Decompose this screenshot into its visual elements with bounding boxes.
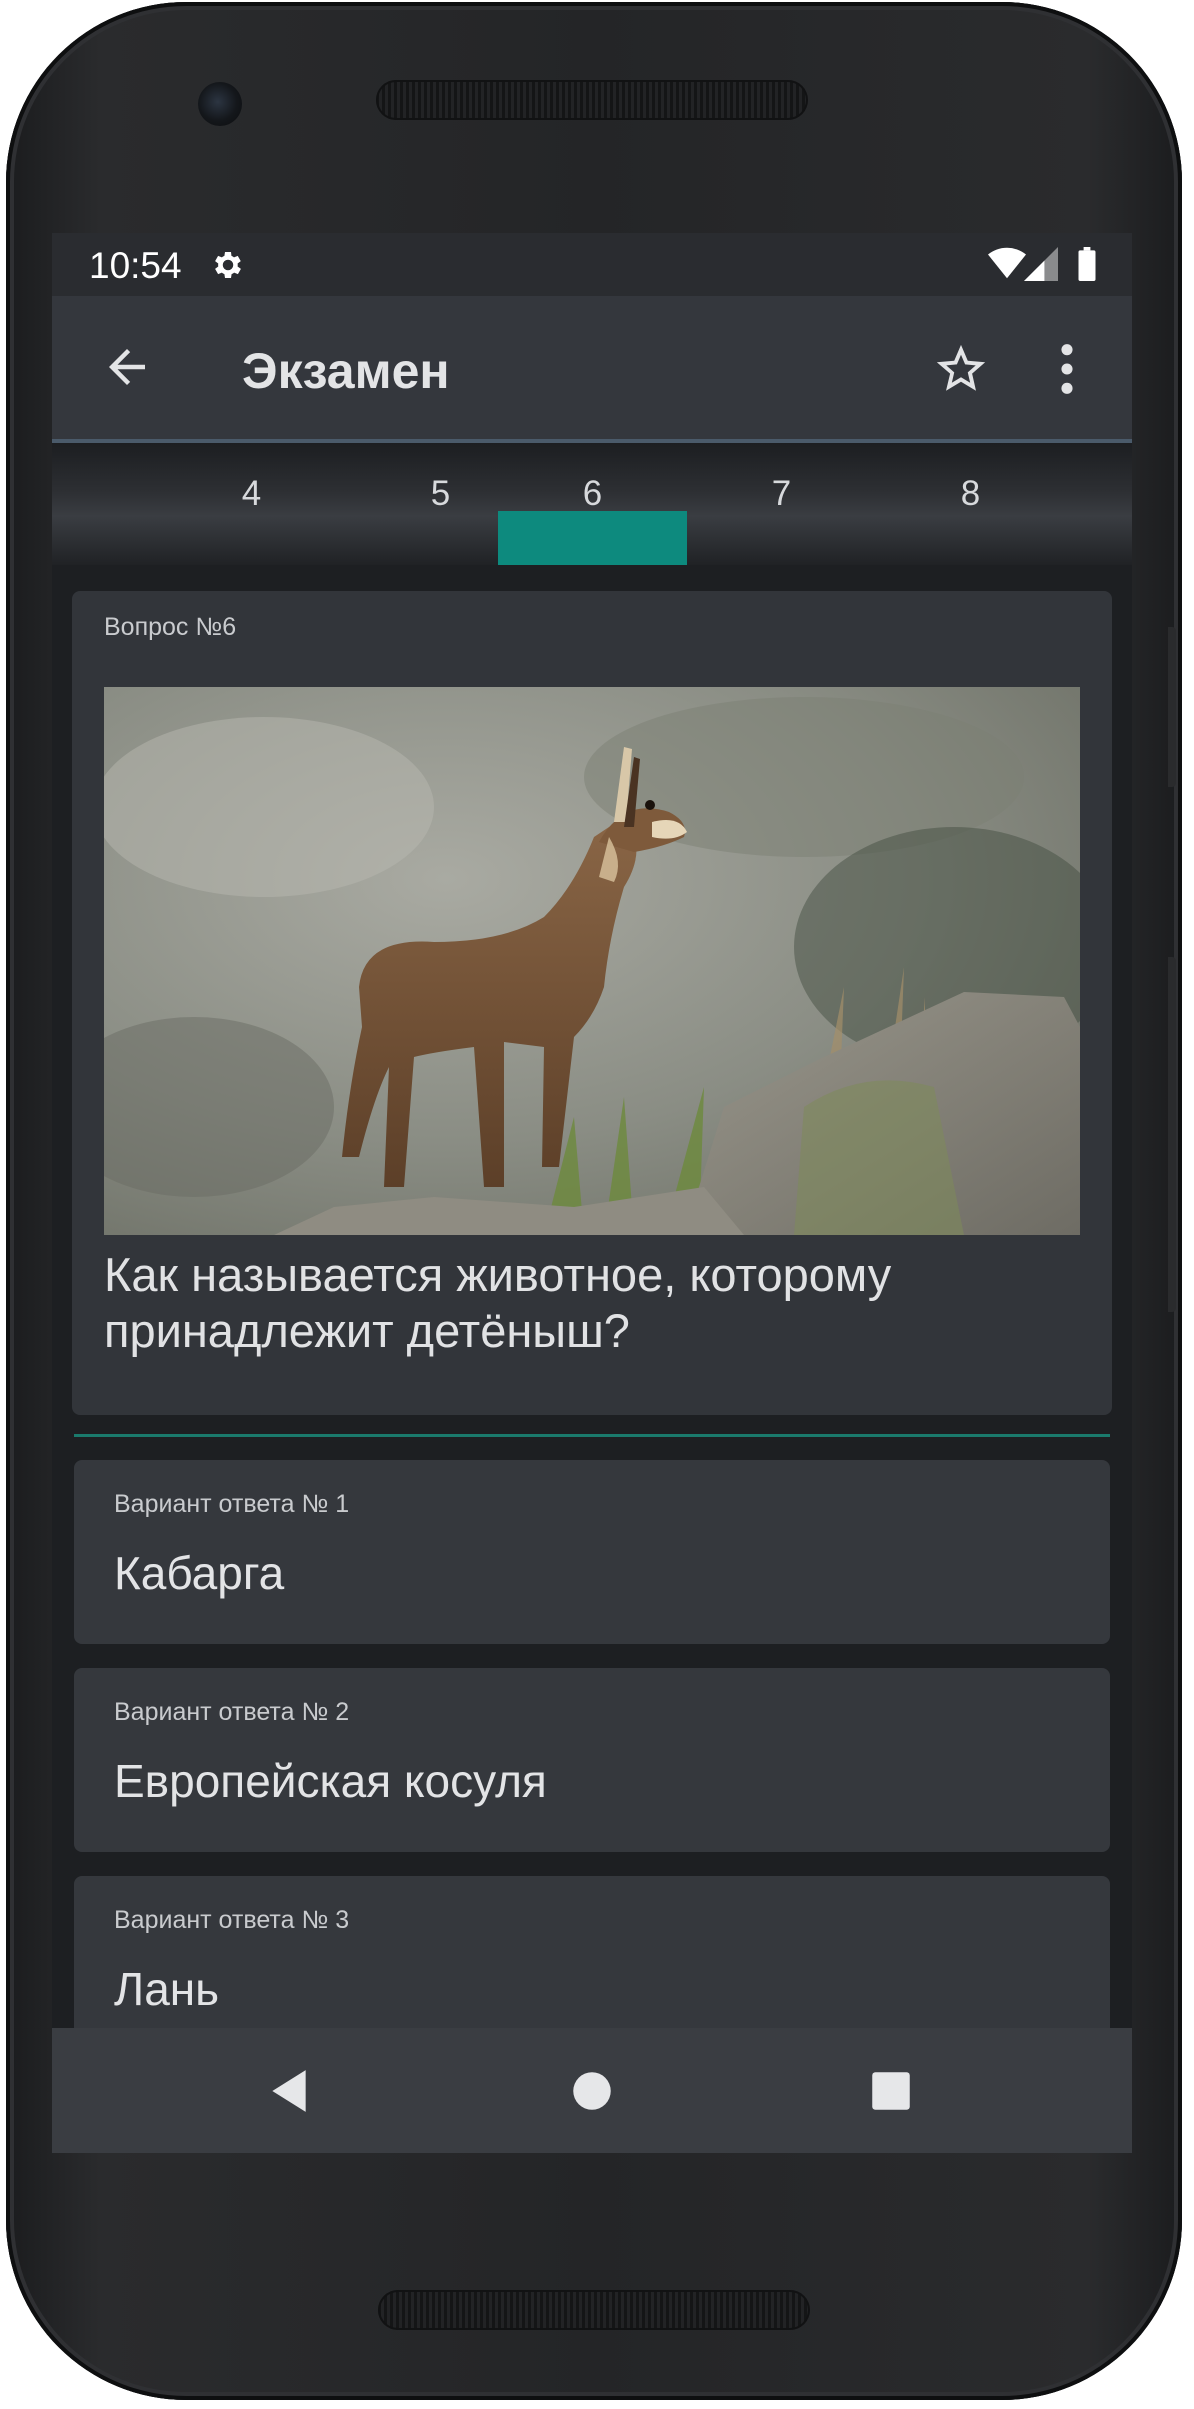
status-time: 10:54 (89, 245, 182, 286)
answer-option-2[interactable]: Вариант ответа № 2 Европейская косуля (74, 1668, 1110, 1852)
signal-icon (1024, 247, 1058, 281)
answer-text: Кабарга (114, 1547, 285, 1599)
question-card: Вопрос №6 Как называется животное, котор… (72, 591, 1112, 1415)
tab-label: 6 (582, 474, 603, 513)
tab-question-6[interactable]: 6 (498, 443, 687, 565)
answer-label: Вариант ответа № 2 (114, 1698, 350, 1726)
answer-text: Европейская косуля (114, 1755, 547, 1807)
power-button (1168, 627, 1176, 787)
star-outline-icon[interactable] (932, 340, 990, 398)
active-tab-indicator (498, 511, 687, 565)
answer-label: Вариант ответа № 3 (114, 1906, 350, 1934)
bottom-speaker (378, 2290, 810, 2330)
system-nav-bar (52, 2028, 1132, 2153)
question-number: Вопрос №6 (104, 613, 237, 641)
screen: 10:54 Экзамен 4 5 6 7 8 Вопрос №6 Как на… (52, 233, 1132, 2153)
question-text: Как называется животное, которому принад… (104, 1248, 892, 1357)
page-title: Экзамен (242, 343, 450, 399)
wifi-icon (988, 247, 1026, 279)
answer-option-1[interactable]: Вариант ответа № 1 Кабарга (74, 1460, 1110, 1644)
tab-label: 7 (771, 474, 792, 513)
front-camera (198, 82, 242, 126)
nav-home-icon[interactable] (567, 2066, 617, 2116)
answer-label: Вариант ответа № 1 (114, 1490, 350, 1518)
tab-question-7[interactable]: 7 (687, 443, 876, 565)
answer-text: Лань (114, 1963, 220, 2015)
gear-icon (215, 251, 241, 279)
app-bar: Экзамен (52, 296, 1132, 443)
status-bar: 10:54 (52, 233, 1132, 296)
battery-icon (1078, 247, 1096, 281)
nav-back-icon[interactable] (264, 2066, 314, 2116)
section-divider (74, 1434, 1110, 1437)
arrow-back-icon[interactable] (100, 340, 154, 394)
tab-label: 5 (430, 474, 451, 513)
nav-recents-icon[interactable] (866, 2066, 916, 2116)
chamois-kid-photo (104, 687, 1080, 1235)
tab-label: 8 (960, 474, 981, 513)
volume-button (1168, 957, 1176, 1312)
tab-question-4[interactable]: 4 (157, 443, 346, 565)
earpiece-speaker (376, 80, 808, 120)
tab-label: 4 (241, 474, 262, 513)
more-vert-icon[interactable] (1052, 340, 1082, 398)
question-image (104, 687, 1080, 1235)
question-tabs: 4 5 6 7 8 (52, 443, 1132, 565)
tab-question-8[interactable]: 8 (876, 443, 1065, 565)
